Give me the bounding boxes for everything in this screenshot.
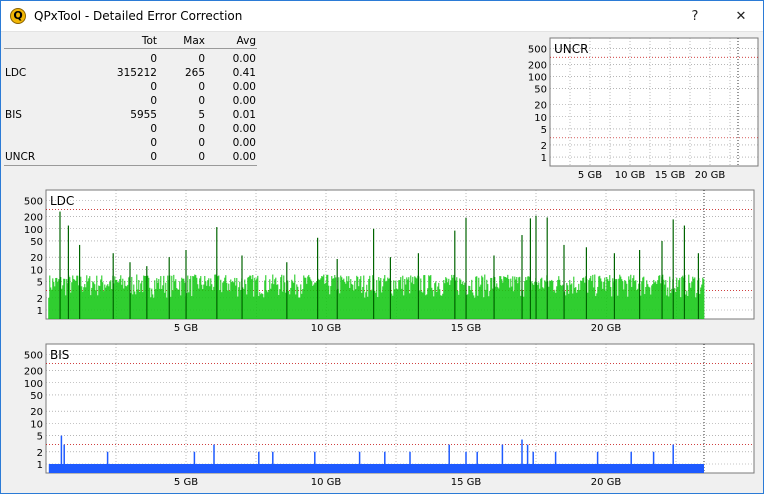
plot-area: [549, 37, 759, 167]
x-tick-label: 20 GB: [591, 477, 622, 488]
row-max: 0: [198, 95, 205, 107]
y-tick-label: 5: [37, 278, 43, 289]
x-tick-label: 10 GB: [311, 477, 342, 488]
ldc-chart: 5002001005020105215 GB 10 GB 15 GB 20 GBLDC: [24, 189, 755, 334]
x-tick-label: 15 GB: [451, 323, 482, 334]
bis-chart: 5002001005020105215 GB 10 GB 15 GB 20 GBBIS: [24, 343, 755, 488]
y-tick-label: 500: [24, 196, 43, 207]
row-max: 0: [198, 151, 205, 163]
uncr-chart: 5002001005020105215 GB 10 GB 15 GB 20 GBUNC…: [528, 37, 759, 181]
y-tick-label: 5: [37, 432, 43, 443]
stats-row: LDC 315212 265 0.41: [4, 67, 257, 81]
y-tick-label: 500: [24, 350, 43, 361]
y-tick-label: 10: [30, 419, 43, 430]
x-tick-label: 5 GB: [578, 170, 602, 181]
close-button[interactable]: ✕: [721, 1, 761, 32]
y-tick-label: 200: [528, 60, 547, 71]
y-tick-label: 10: [30, 265, 43, 276]
row-avg: 0.00: [232, 123, 256, 135]
stats-row: 0 0 0.00: [4, 123, 257, 137]
y-tick-label: 1: [541, 153, 547, 164]
bis-baseline-area: [48, 463, 705, 473]
row-label: UNCR: [5, 151, 36, 163]
row-avg: 0.00: [232, 137, 256, 149]
row-avg: 0.00: [232, 95, 256, 107]
x-tick-label: 15 GB: [451, 477, 482, 488]
y-tick-label: 200: [24, 213, 43, 224]
y-tick-label: 50: [534, 85, 547, 96]
y-tick-label: 10: [534, 113, 547, 124]
x-tick-label: 5 GB: [174, 477, 198, 488]
stats-header: Tot Max Avg: [4, 35, 257, 49]
x-tick-label: 10 GB: [311, 323, 342, 334]
row-avg: 0.00: [232, 53, 256, 65]
row-label: BIS: [5, 109, 22, 121]
qpxtool-app-icon: Q: [10, 8, 26, 24]
row-max: 5: [198, 109, 205, 121]
y-tick-label: 100: [24, 379, 43, 390]
x-tick-label: 20 GB: [695, 170, 726, 181]
row-label: LDC: [5, 67, 27, 79]
y-tick-label: 100: [528, 72, 547, 83]
chart-title: UNCR: [554, 42, 588, 56]
header-avg: Avg: [236, 35, 256, 47]
y-tick-label: 2: [37, 448, 43, 459]
row-max: 0: [198, 137, 205, 149]
x-tick-label: 20 GB: [591, 323, 622, 334]
row-tot: 0: [150, 123, 157, 135]
header-tot: Tot: [141, 35, 157, 47]
stats-row: 0 0 0.00: [4, 53, 257, 67]
y-tick-label: 500: [528, 44, 547, 55]
y-tick-label: 20: [534, 101, 547, 112]
row-tot: 0: [150, 151, 157, 163]
y-tick-label: 2: [37, 294, 43, 305]
stats-row: 0 0 0.00: [4, 137, 257, 151]
y-tick-label: 5: [541, 125, 547, 136]
chart-title: LDC: [50, 194, 74, 208]
row-tot: 0: [150, 81, 157, 93]
y-tick-label: 200: [24, 367, 43, 378]
qpxtool-window: Q QPxTool - Detailed Error Correction ? …: [0, 0, 764, 494]
x-tick-label: 15 GB: [655, 170, 686, 181]
title-bar[interactable]: Q QPxTool - Detailed Error Correction ? …: [1, 1, 763, 32]
x-tick-label: 5 GB: [174, 323, 198, 334]
row-avg: 0.01: [232, 109, 256, 121]
stats-row: BIS 5955 5 0.01: [4, 109, 257, 123]
row-tot: 0: [150, 95, 157, 107]
y-tick-label: 50: [30, 237, 43, 248]
row-avg: 0.41: [232, 67, 256, 79]
header-max: Max: [183, 35, 205, 47]
row-tot: 5955: [130, 109, 157, 121]
row-avg: 0.00: [232, 151, 256, 163]
stats-row: 0 0 0.00: [4, 95, 257, 109]
window-title: QPxTool - Detailed Error Correction: [34, 9, 243, 23]
row-tot: 315212: [116, 67, 157, 79]
stats-row: 0 0 0.00: [4, 81, 257, 95]
row-tot: 0: [150, 53, 157, 65]
close-icon: ✕: [735, 9, 747, 24]
stats-table: Tot Max Avg 0 0 0.00 LDC 315212 265 0.41…: [4, 35, 257, 167]
help-button[interactable]: ?: [675, 1, 715, 32]
stats-footer-line: [4, 165, 257, 166]
row-max: 0: [198, 81, 205, 93]
row-max: 0: [198, 123, 205, 135]
row-max: 0: [198, 53, 205, 65]
y-tick-label: 2: [541, 141, 547, 152]
x-tick-label: 10 GB: [615, 170, 646, 181]
y-tick-label: 20: [30, 407, 43, 418]
y-tick-label: 100: [24, 225, 43, 236]
stats-row: UNCR 0 0 0.00: [4, 151, 257, 165]
row-avg: 0.00: [232, 81, 256, 93]
y-tick-label: 50: [30, 391, 43, 402]
row-tot: 0: [150, 137, 157, 149]
row-max: 265: [184, 67, 205, 79]
y-tick-label: 1: [37, 460, 43, 471]
y-tick-label: 1: [37, 306, 43, 317]
y-tick-label: 20: [30, 253, 43, 264]
chart-title: BIS: [50, 348, 69, 362]
